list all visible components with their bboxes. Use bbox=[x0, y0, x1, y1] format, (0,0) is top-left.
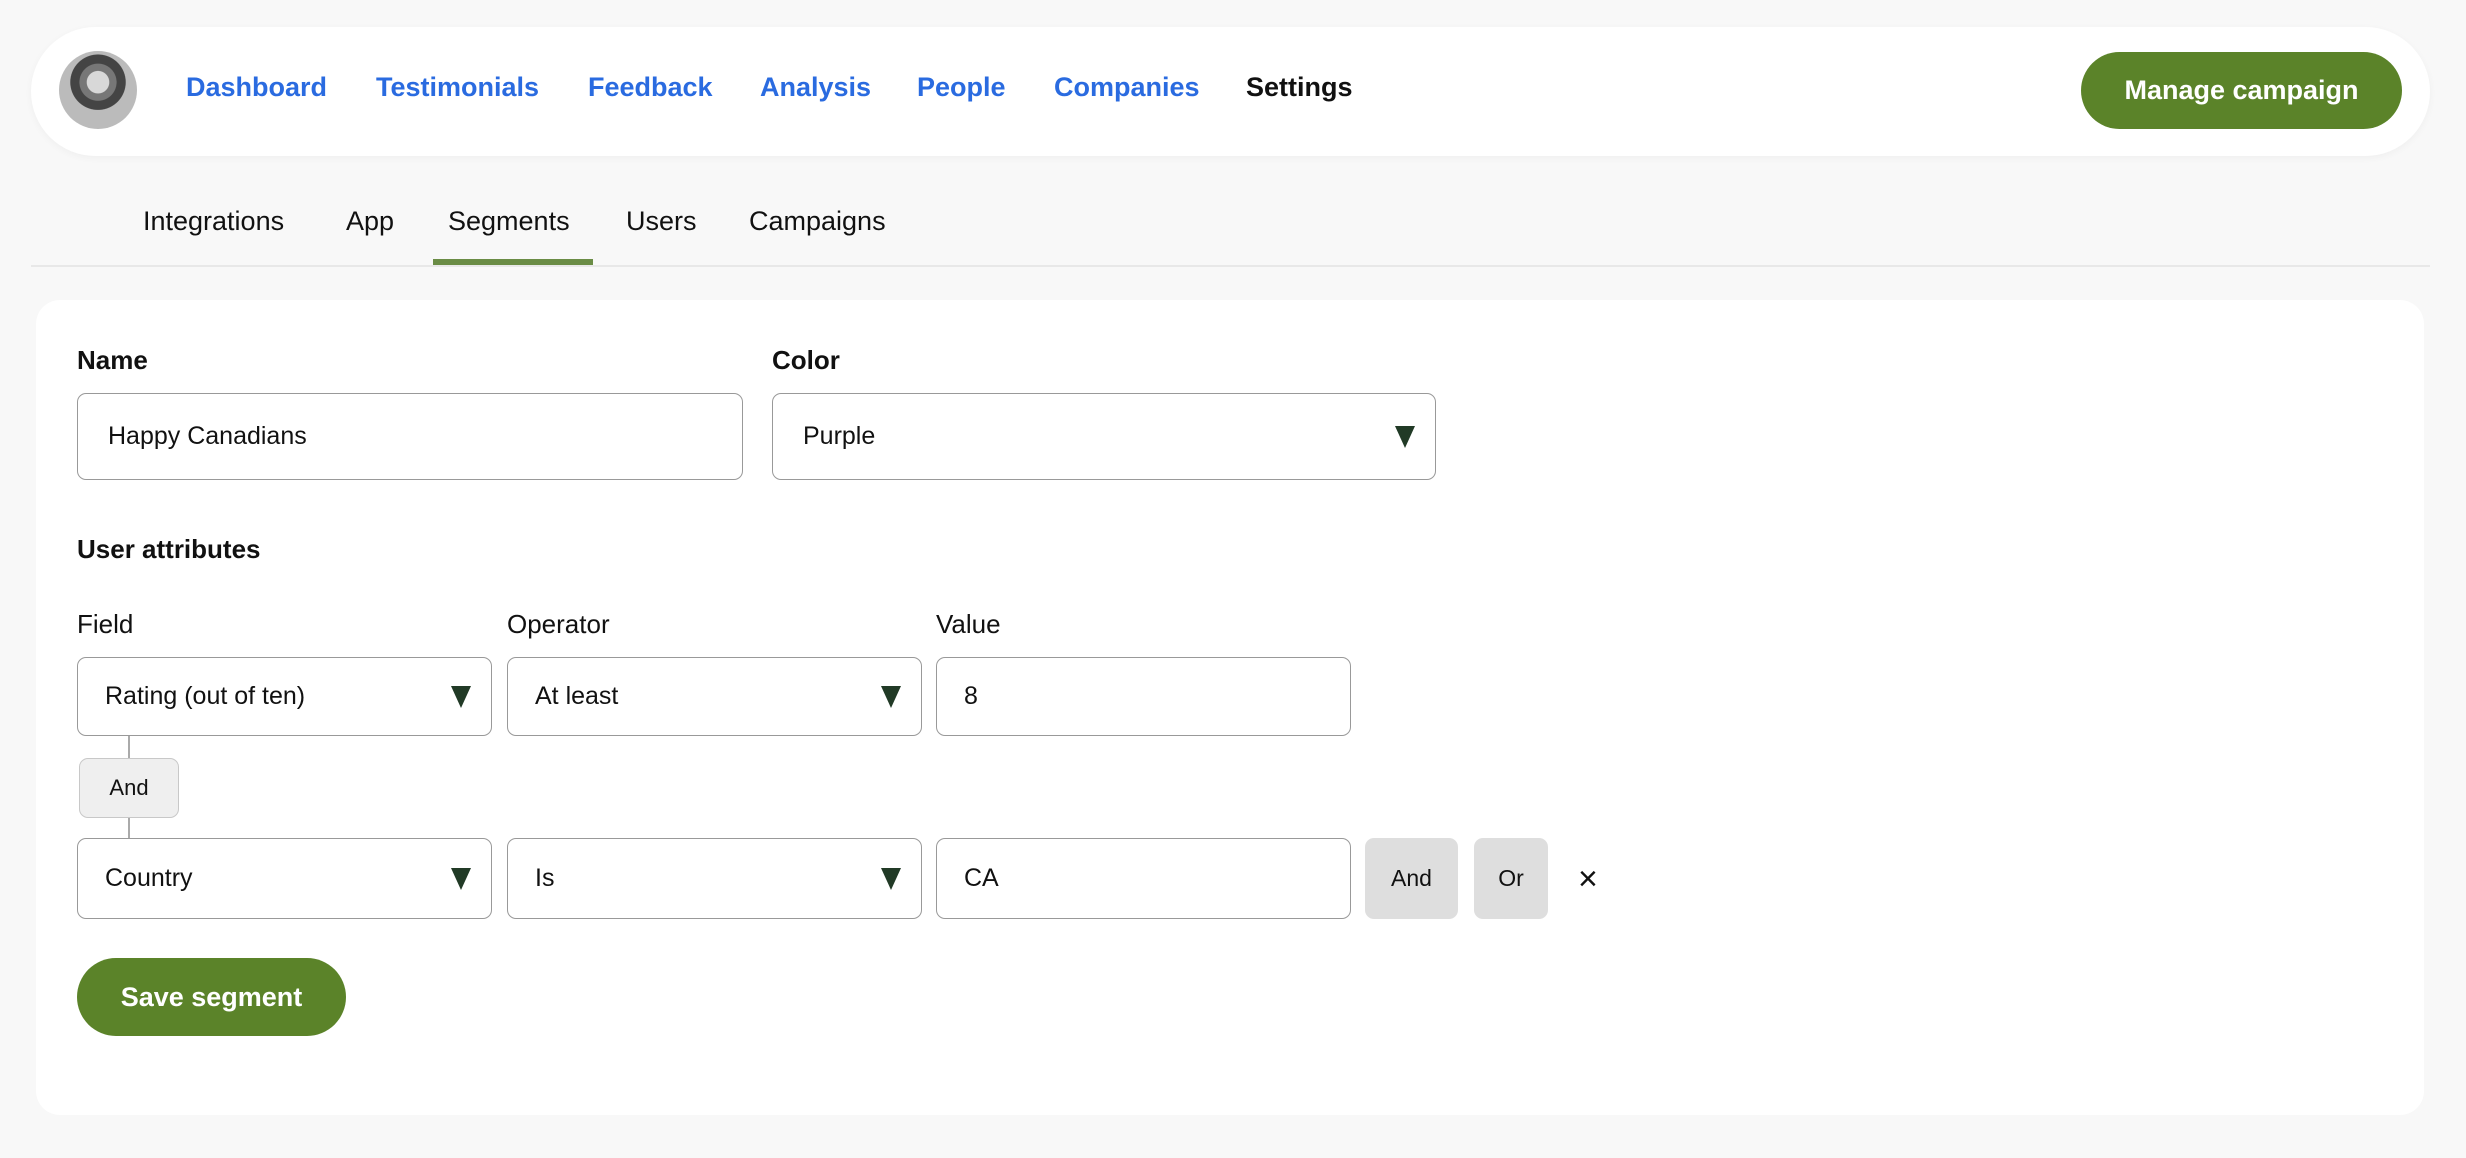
value-label: Value bbox=[936, 609, 1001, 639]
tab-campaigns[interactable]: Campaigns bbox=[749, 206, 886, 237]
operator-label: Operator bbox=[507, 609, 610, 639]
tab-integrations[interactable]: Integrations bbox=[143, 206, 284, 237]
add-and-button[interactable]: And bbox=[1365, 838, 1458, 919]
dropdown-triangle-icon bbox=[1395, 425, 1415, 448]
dropdown-triangle-icon bbox=[881, 685, 901, 708]
name-input[interactable]: Happy Canadians bbox=[77, 393, 743, 480]
field-select[interactable]: Country bbox=[77, 838, 492, 919]
close-icon[interactable]: × bbox=[1578, 860, 1598, 899]
user-attributes-heading: User attributes bbox=[77, 534, 261, 564]
save-segment-button[interactable]: Save segment bbox=[77, 958, 346, 1036]
operator-value: At least bbox=[535, 682, 619, 710]
and-connector-button[interactable]: And bbox=[79, 758, 179, 818]
nav-testimonials[interactable]: Testimonials bbox=[376, 72, 539, 103]
field-select[interactable]: Rating (out of ten) bbox=[77, 657, 492, 736]
nav-analysis[interactable]: Analysis bbox=[760, 72, 871, 103]
name-label: Name bbox=[77, 345, 148, 375]
add-or-button[interactable]: Or bbox=[1474, 838, 1548, 919]
tab-users[interactable]: Users bbox=[626, 206, 697, 237]
dropdown-triangle-icon bbox=[451, 867, 471, 890]
operator-value: Is bbox=[535, 864, 555, 892]
color-select[interactable]: Purple bbox=[772, 393, 1436, 480]
field-value: Country bbox=[105, 864, 193, 892]
nav-people[interactable]: People bbox=[917, 72, 1006, 103]
tab-segments[interactable]: Segments bbox=[448, 206, 570, 237]
nav-dashboard[interactable]: Dashboard bbox=[186, 72, 327, 103]
nav-settings[interactable]: Settings bbox=[1246, 72, 1353, 103]
value-input[interactable]: CA bbox=[936, 838, 1351, 919]
dropdown-triangle-icon bbox=[451, 685, 471, 708]
connector-line bbox=[128, 818, 130, 838]
field-label: Field bbox=[77, 609, 134, 639]
tabs-divider bbox=[31, 265, 2430, 267]
dropdown-triangle-icon bbox=[881, 867, 901, 890]
color-value: Purple bbox=[803, 422, 876, 450]
avatar[interactable] bbox=[59, 51, 137, 129]
tab-app[interactable]: App bbox=[346, 206, 394, 237]
connector-line bbox=[128, 736, 130, 758]
color-label: Color bbox=[772, 345, 840, 375]
operator-select[interactable]: Is bbox=[507, 838, 922, 919]
manage-campaign-button[interactable]: Manage campaign bbox=[2081, 52, 2402, 129]
field-value: Rating (out of ten) bbox=[105, 682, 306, 710]
nav-companies[interactable]: Companies bbox=[1054, 72, 1200, 103]
nav-feedback[interactable]: Feedback bbox=[588, 72, 713, 103]
value-input[interactable]: 8 bbox=[936, 657, 1351, 736]
operator-select[interactable]: At least bbox=[507, 657, 922, 736]
